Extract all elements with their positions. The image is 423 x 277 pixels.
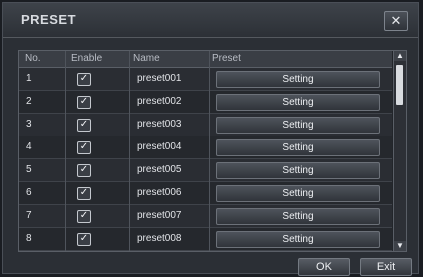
- preset-name: preset007: [137, 209, 182, 221]
- column-divider: [209, 51, 210, 251]
- enable-checkbox[interactable]: ✓: [77, 187, 91, 200]
- table-row: 2 ✓ preset002 Setting: [19, 90, 392, 114]
- enable-checkbox[interactable]: ✓: [77, 73, 91, 86]
- vertical-scrollbar[interactable]: ▲ ▼: [393, 51, 406, 251]
- preset-table: No. Enable Name Preset 1 ✓ preset001 Settin…: [18, 50, 407, 252]
- close-button[interactable]: ✕: [384, 11, 408, 31]
- row-number: 1: [26, 73, 32, 84]
- enable-checkbox[interactable]: ✓: [77, 95, 91, 109]
- table-row: 3 ✓ preset003 Setting: [19, 113, 392, 137]
- setting-button[interactable]: Setting: [216, 207, 380, 225]
- table-row: 4 ✓ preset004 Setting: [19, 136, 392, 160]
- enable-checkbox[interactable]: ✓: [77, 209, 91, 223]
- setting-button[interactable]: Setting: [216, 116, 380, 134]
- setting-button[interactable]: Setting: [216, 230, 380, 248]
- row-number: 5: [26, 164, 32, 176]
- enable-checkbox[interactable]: ✓: [77, 141, 91, 155]
- close-icon: ✕: [390, 13, 402, 28]
- column-divider: [129, 51, 130, 251]
- dialog-title: PRESET: [21, 12, 77, 27]
- row-number: 7: [26, 209, 32, 221]
- ok-button[interactable]: OK: [298, 258, 350, 276]
- preset-name: preset008: [137, 232, 182, 244]
- scroll-down-icon[interactable]: ▼: [394, 241, 406, 251]
- preset-name: preset003: [137, 118, 182, 130]
- preset-name: preset006: [137, 187, 182, 198]
- row-number: 4: [26, 141, 32, 153]
- header-no: No.: [25, 53, 41, 64]
- row-number: 8: [26, 232, 32, 244]
- table-row: 1 ✓ preset001 Setting: [19, 68, 392, 91]
- table-header: No. Enable Name Preset: [19, 51, 392, 68]
- preset-dialog: PRESET ✕ No. Enable Name Preset 1 ✓ preset…: [2, 2, 419, 276]
- row-number: 3: [26, 118, 32, 130]
- table-row: 8 ✓ preset008 Setting: [19, 227, 392, 251]
- setting-button[interactable]: Setting: [216, 71, 380, 88]
- preset-name: preset002: [137, 95, 182, 107]
- header-enable: Enable: [71, 53, 103, 64]
- exit-button[interactable]: Exit: [360, 258, 412, 276]
- table-row: 7 ✓ preset007 Setting: [19, 204, 392, 228]
- table-row: 5 ✓ preset005 Setting: [19, 159, 392, 183]
- enable-checkbox[interactable]: ✓: [77, 232, 91, 246]
- scroll-up-icon[interactable]: ▲: [394, 51, 406, 61]
- setting-button[interactable]: Setting: [216, 162, 380, 180]
- setting-button[interactable]: Setting: [216, 93, 380, 111]
- preset-name: preset001: [137, 73, 182, 84]
- header-name: Name: [133, 53, 160, 64]
- enable-checkbox[interactable]: ✓: [77, 118, 91, 132]
- preset-name: preset004: [137, 141, 182, 153]
- table-row: 6 ✓ preset006 Setting: [19, 182, 392, 205]
- scroll-thumb[interactable]: [396, 65, 403, 105]
- setting-button[interactable]: Setting: [216, 139, 380, 157]
- header-preset: Preset: [212, 53, 241, 64]
- preset-name: preset005: [137, 164, 182, 176]
- column-divider: [65, 51, 66, 251]
- enable-checkbox[interactable]: ✓: [77, 164, 91, 178]
- row-number: 6: [26, 187, 32, 198]
- title-bar: PRESET ✕: [3, 3, 418, 38]
- setting-button[interactable]: Setting: [216, 185, 380, 202]
- row-number: 2: [26, 95, 32, 107]
